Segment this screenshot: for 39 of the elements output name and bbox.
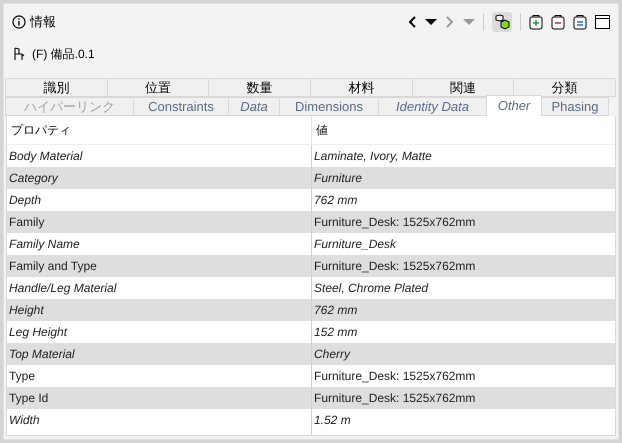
column-header[interactable]: 値 [312,116,615,144]
tab[interactable]: 位置 [106,78,210,97]
tab[interactable]: Constraints [133,97,229,116]
info-icon [12,15,26,29]
add-icon[interactable] [529,14,543,30]
tab[interactable]: Identity Data [378,97,487,116]
value-cell-text: 762 mm [313,192,358,209]
tab[interactable]: Other [486,95,542,116]
list-icon[interactable] [573,14,587,30]
value-cell-text: Furniture_Desk: 1525x762mm [313,214,476,231]
tab[interactable]: 識別 [5,78,108,97]
remove-icon[interactable] [551,14,565,30]
chair-icon [12,47,26,61]
tab[interactable]: 数量 [208,78,312,97]
value-cell-text: Furniture_Desk [313,236,398,253]
value-cell-text: 1.52 m [313,412,352,429]
property-cell: Width [7,409,312,431]
tab[interactable]: 関連 [412,78,514,97]
value-cell-text: Furniture [313,170,364,187]
cubes-button[interactable] [492,12,512,32]
dropdown-icon[interactable] [425,18,437,26]
value-cell-text: 152 mm [313,324,358,341]
value-cell-text: Furniture_Desk: 1525x762mm [313,368,476,385]
tab[interactable]: Phasing [541,97,609,116]
window-icon[interactable] [595,15,610,29]
tab[interactable]: 材料 [310,78,413,97]
tab[interactable]: 分類 [513,78,616,97]
tab[interactable]: Data [228,97,280,116]
panel-title: 情報 [30,13,56,32]
tab[interactable]: Dimensions [279,97,379,116]
value-cell-text: Furniture_Desk: 1525x762mm [313,390,476,407]
value-cell-text: Furniture_Desk: 1525x762mm [313,258,476,275]
value-cell-text: 762 mm [313,302,358,319]
element-name: (F) 備品.0.1 [32,46,95,63]
column-header[interactable]: プロパティ [7,116,312,144]
back-button[interactable] [407,15,417,29]
value-cell-text: Cherry [313,346,352,363]
value-cell-text: Steel, Chrome Plated [313,280,430,297]
value-cell-text: Laminate, Ivory, Matte [313,148,433,165]
